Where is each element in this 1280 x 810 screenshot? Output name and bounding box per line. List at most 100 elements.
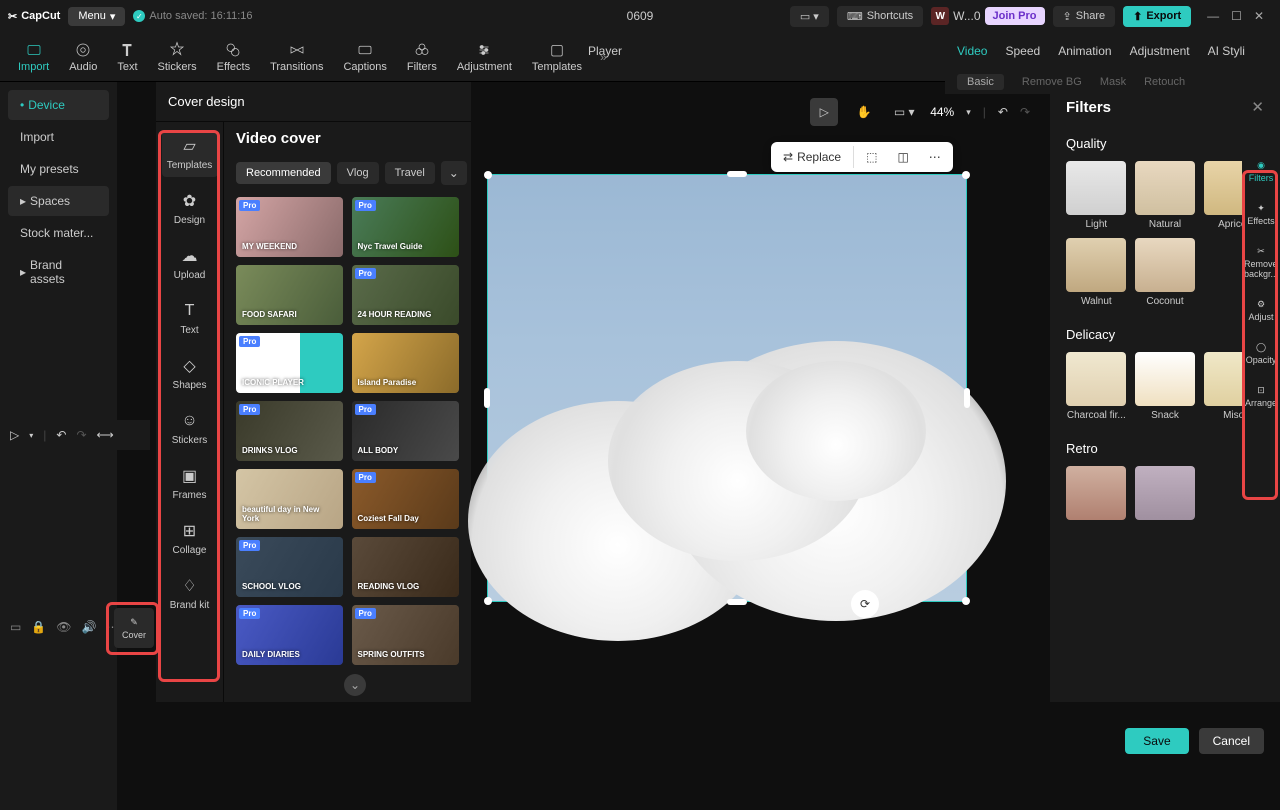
- redo-canvas-icon[interactable]: ↷: [1020, 105, 1030, 119]
- undo-icon[interactable]: ↶: [56, 428, 66, 442]
- detach-button-icon[interactable]: ◫: [889, 146, 916, 168]
- tab-animation[interactable]: Animation: [1058, 44, 1111, 58]
- join-pro-button[interactable]: Join Pro: [985, 7, 1045, 25]
- cs-templates[interactable]: ▱Templates: [162, 130, 218, 177]
- cs-collage[interactable]: ⊞Collage: [162, 515, 218, 562]
- rt-arrange[interactable]: ⊡Arrange: [1242, 375, 1280, 418]
- zoom-dropdown-icon[interactable]: ▾: [966, 107, 971, 118]
- subtab-removebg[interactable]: Remove BG: [1022, 76, 1082, 88]
- template-thumb[interactable]: Pro24 HOUR READING: [352, 265, 459, 325]
- tab-speed[interactable]: Speed: [1005, 44, 1040, 58]
- rt-opacity[interactable]: ◯Opacity: [1242, 332, 1280, 375]
- cs-stickers[interactable]: ☺Stickers: [162, 405, 218, 452]
- filter-thumb[interactable]: Coconut: [1135, 238, 1196, 307]
- cover-button[interactable]: ✎ Cover: [114, 608, 154, 648]
- template-thumb[interactable]: ProICONIC PLAYER: [236, 333, 343, 393]
- tab-recommended[interactable]: Recommended: [236, 162, 331, 184]
- split-icon[interactable]: ⟷: [97, 428, 114, 442]
- tool-effects[interactable]: Effects: [207, 37, 260, 77]
- lp-device[interactable]: • Device: [8, 90, 109, 120]
- filter-thumb[interactable]: Charcoal fir...: [1066, 352, 1127, 421]
- tab-video[interactable]: Video: [957, 44, 987, 58]
- cs-text[interactable]: TText: [162, 295, 218, 342]
- template-thumb[interactable]: beautiful day in New York: [236, 469, 343, 529]
- tool-templates[interactable]: Templates: [522, 37, 592, 77]
- template-thumb[interactable]: READING VLOG: [352, 537, 459, 597]
- cs-shapes[interactable]: ◇Shapes: [162, 350, 218, 397]
- canvas-preview[interactable]: [487, 174, 967, 602]
- template-thumb[interactable]: ProNyc Travel Guide: [352, 197, 459, 257]
- filter-thumb[interactable]: Light: [1066, 161, 1127, 230]
- tab-travel[interactable]: Travel: [385, 162, 435, 184]
- refresh-icon[interactable]: ⟳: [851, 590, 879, 618]
- cancel-button[interactable]: Cancel: [1199, 728, 1264, 754]
- tool-filters[interactable]: Filters: [397, 37, 447, 77]
- template-thumb[interactable]: ProDRINKS VLOG: [236, 401, 343, 461]
- crop-button-icon[interactable]: ⬚: [858, 146, 885, 168]
- lp-import[interactable]: Import: [8, 122, 109, 152]
- rt-filters[interactable]: ◉Filters: [1242, 150, 1280, 193]
- subtab-basic[interactable]: Basic: [957, 74, 1004, 90]
- filter-thumb[interactable]: [1135, 466, 1196, 524]
- template-thumb[interactable]: ProSPRING OUTFITS: [352, 605, 459, 665]
- maximize-icon[interactable]: ☐: [1231, 9, 1242, 23]
- tool-adjustment[interactable]: Adjustment: [447, 37, 522, 77]
- filter-thumb[interactable]: Natural: [1135, 161, 1196, 230]
- template-thumb[interactable]: ProSCHOOL VLOG: [236, 537, 343, 597]
- filter-thumb[interactable]: Snack: [1135, 352, 1196, 421]
- tabs-more-icon[interactable]: ⌄: [441, 161, 467, 185]
- save-button[interactable]: Save: [1125, 728, 1188, 754]
- template-thumb[interactable]: ProCoziest Fall Day: [352, 469, 459, 529]
- hand-tool-icon[interactable]: ✋: [850, 98, 878, 126]
- rt-effects[interactable]: ✦Effects: [1242, 193, 1280, 236]
- tool-stickers[interactable]: Stickers: [148, 37, 207, 77]
- rt-removebg[interactable]: ✂Remove backgr...: [1242, 236, 1280, 289]
- zoom-level[interactable]: 44%: [930, 105, 954, 119]
- lp-spaces[interactable]: ▸ Spaces: [8, 186, 109, 216]
- redo-icon[interactable]: ↷: [76, 428, 86, 442]
- template-thumb[interactable]: ProDAILY DIARIES: [236, 605, 343, 665]
- tool-text[interactable]: Text: [107, 37, 147, 77]
- crop-dropdown-icon[interactable]: ▭ ▾: [890, 98, 918, 126]
- close-filters-icon[interactable]: ✕: [1251, 98, 1264, 116]
- share-button[interactable]: ⇪ Share: [1053, 6, 1116, 27]
- minimize-icon[interactable]: —: [1207, 9, 1219, 23]
- subtab-mask[interactable]: Mask: [1100, 76, 1126, 88]
- more-button-icon[interactable]: ⋯: [921, 146, 949, 168]
- lock-icon[interactable]: 🔒: [31, 620, 46, 634]
- cs-brandkit[interactable]: ♢Brand kit: [162, 570, 218, 617]
- project-title[interactable]: 0609: [627, 9, 654, 23]
- pointer-tool-icon[interactable]: ▷: [810, 98, 838, 126]
- tool-transitions[interactable]: Transitions: [260, 37, 333, 77]
- menu-button[interactable]: Menu ▾: [68, 7, 125, 26]
- undo-canvas-icon[interactable]: ↶: [998, 105, 1008, 119]
- eye-icon[interactable]: 👁: [56, 620, 71, 634]
- export-button[interactable]: ⬆ Export: [1123, 6, 1191, 27]
- tab-ai[interactable]: AI Styli: [1208, 44, 1245, 58]
- select-dropdown-icon[interactable]: ▾: [29, 431, 33, 440]
- rt-adjust[interactable]: ⚙Adjust: [1242, 289, 1280, 332]
- subtab-retouch[interactable]: Retouch: [1144, 76, 1185, 88]
- aspect-button[interactable]: ▭ ▾: [790, 6, 829, 27]
- lp-brand[interactable]: ▸ Brand assets: [8, 250, 109, 294]
- tool-captions[interactable]: Captions: [333, 37, 396, 77]
- tl-icon-1[interactable]: ▭: [10, 620, 21, 634]
- lp-stock[interactable]: Stock mater...: [8, 218, 109, 248]
- template-thumb[interactable]: FOOD SAFARI: [236, 265, 343, 325]
- template-thumb[interactable]: ProMY WEEKEND: [236, 197, 343, 257]
- filter-thumb[interactable]: Walnut: [1066, 238, 1127, 307]
- close-icon[interactable]: ✕: [1254, 9, 1264, 23]
- template-thumb[interactable]: Island Paradise: [352, 333, 459, 393]
- cs-frames[interactable]: ▣Frames: [162, 460, 218, 507]
- select-tool-icon[interactable]: ▷: [10, 428, 19, 442]
- shortcuts-button[interactable]: ⌨ Shortcuts: [837, 6, 923, 27]
- cs-design[interactable]: ✿Design: [162, 185, 218, 232]
- filter-thumb[interactable]: [1066, 466, 1127, 524]
- tool-import[interactable]: Import: [8, 37, 59, 77]
- tool-audio[interactable]: Audio: [59, 37, 107, 77]
- replace-button[interactable]: ⇄ Replace: [775, 146, 849, 168]
- workspace-badge[interactable]: W: [931, 7, 949, 25]
- template-thumb[interactable]: ProALL BODY: [352, 401, 459, 461]
- volume-icon[interactable]: 🔊: [82, 620, 97, 634]
- cs-upload[interactable]: ☁Upload: [162, 240, 218, 287]
